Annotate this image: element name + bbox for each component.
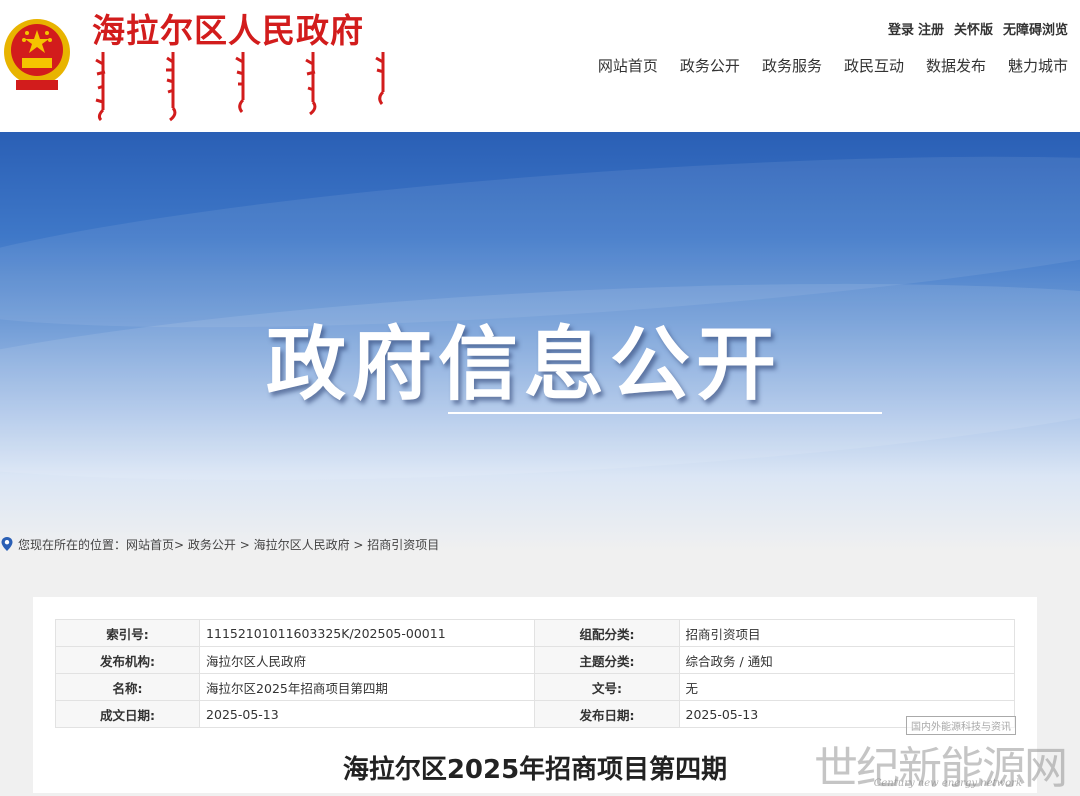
location-pin-icon	[1, 537, 13, 551]
meta-label: 名称:	[54, 673, 201, 701]
nav-item-data-release[interactable]: 数据发布	[926, 55, 986, 76]
mongolian-script-logo	[92, 50, 394, 122]
table-row: 索引号: 11152101011603325K/202505-00011 组配分…	[54, 619, 1016, 647]
top-links: 登录 注册 关怀版 无障碍浏览	[888, 19, 1068, 38]
main-nav: 网站首页 政务公开 政务服务 政民互动 数据发布 魅力城市	[598, 55, 1068, 76]
meta-value: 海拉尔区人民政府	[199, 646, 536, 674]
breadcrumb-investment-projects[interactable]: > 招商引资项目	[353, 536, 439, 553]
meta-value: 招商引资项目	[678, 619, 1016, 647]
meta-value: 无	[678, 673, 1016, 701]
breadcrumb-prefix: 您现在所在的位置：	[18, 537, 127, 552]
nav-item-gov-services[interactable]: 政务服务	[762, 55, 822, 76]
breadcrumb-gov-affairs-open[interactable]: 政务公开	[184, 536, 240, 553]
content-card: 索引号: 11152101011603325K/202505-00011 组配分…	[33, 597, 1037, 793]
nav-item-interaction[interactable]: 政民互动	[844, 55, 904, 76]
hero-banner: 政府信息公开	[0, 132, 1080, 552]
meta-label: 索引号:	[54, 619, 201, 647]
table-row: 名称: 海拉尔区2025年招商项目第四期 文号: 无	[54, 673, 1016, 701]
site-header: 海拉尔区人民政府 登录 注册 关怀版 无障碍浏览 网站首页 政务公开 政务服务 …	[0, 0, 1080, 132]
breadcrumb: 您现在所在的位置： 网站首页> 政务公开 > 海拉尔区人民政府 > 招商引资项目	[0, 535, 439, 553]
meta-label: 发布日期:	[534, 700, 680, 728]
national-emblem-icon[interactable]	[2, 12, 72, 96]
accessibility-link[interactable]: 无障碍浏览	[1003, 19, 1068, 38]
banner-underline	[448, 412, 882, 414]
document-meta-table: 索引号: 11152101011603325K/202505-00011 组配分…	[54, 619, 1016, 728]
nav-item-home[interactable]: 网站首页	[598, 55, 658, 76]
meta-label: 成文日期:	[54, 700, 201, 728]
login-link[interactable]: 登录	[888, 19, 914, 38]
nav-item-gov-affairs-open[interactable]: 政务公开	[680, 55, 740, 76]
table-row: 发布机构: 海拉尔区人民政府 主题分类: 综合政务 / 通知	[54, 646, 1016, 674]
breadcrumb-gov[interactable]: > 海拉尔区人民政府	[240, 536, 354, 553]
meta-label: 发布机构:	[54, 646, 201, 674]
meta-label: 组配分类:	[534, 619, 680, 647]
meta-label: 文号:	[534, 673, 680, 701]
meta-value: 2025-05-13	[678, 700, 1016, 728]
meta-label: 主题分类:	[534, 646, 680, 674]
care-mode-link[interactable]: 关怀版	[954, 19, 993, 38]
article-title: 海拉尔区2025年招商项目第四期	[342, 755, 728, 785]
meta-value: 2025-05-13	[199, 700, 536, 728]
meta-value: 海拉尔区2025年招商项目第四期	[199, 673, 536, 701]
table-row: 成文日期: 2025-05-13 发布日期: 2025-05-13	[54, 700, 1016, 728]
breadcrumb-home[interactable]: 网站首页>	[126, 536, 184, 553]
nav-item-charm-city[interactable]: 魅力城市	[1008, 55, 1068, 76]
site-title[interactable]: 海拉尔区人民政府	[92, 4, 364, 52]
banner-title: 政府信息公开	[266, 318, 782, 411]
meta-value: 综合政务 / 通知	[678, 646, 1016, 674]
meta-value: 11152101011603325K/202505-00011	[199, 619, 536, 647]
register-link[interactable]: 注册	[918, 19, 944, 38]
